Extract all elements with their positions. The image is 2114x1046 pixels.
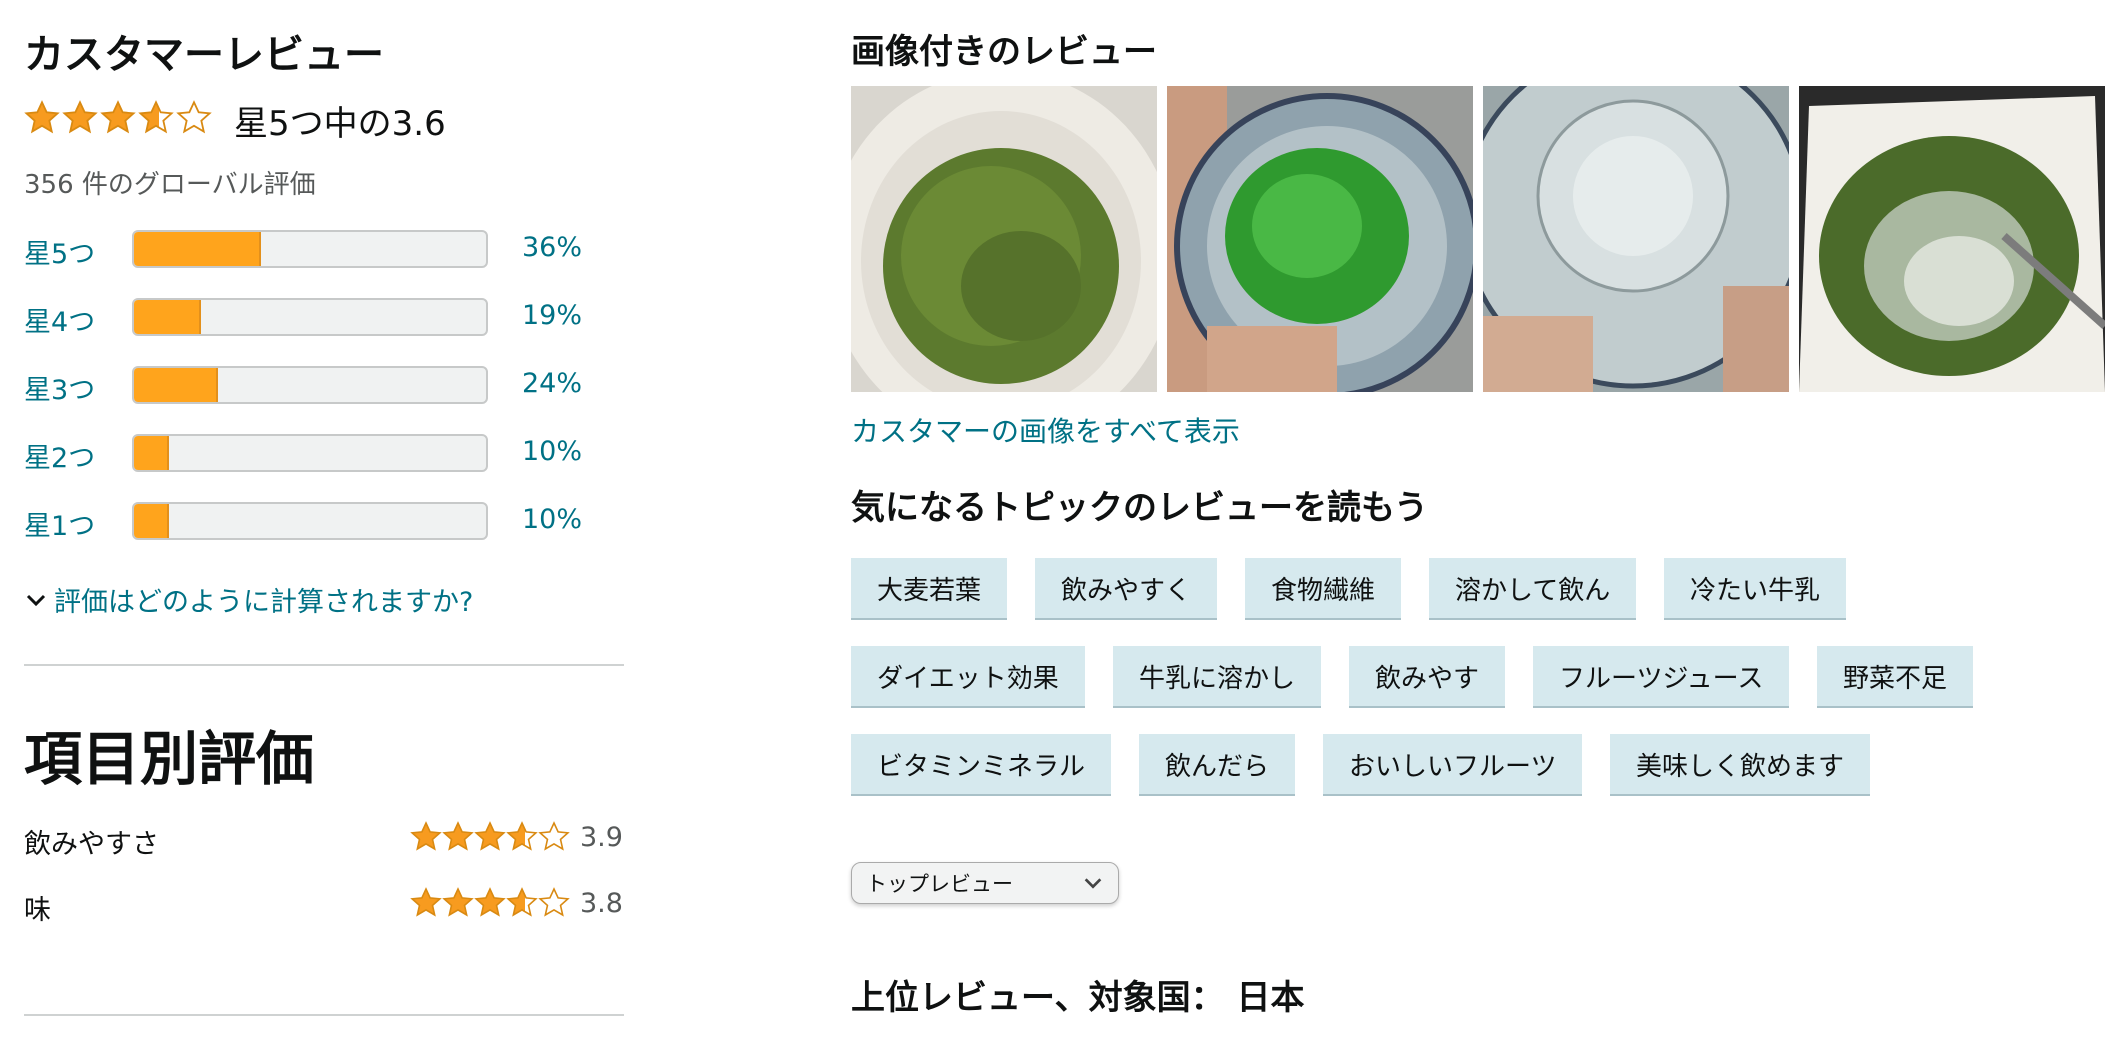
histogram-percent[interactable]: 19% <box>522 300 582 331</box>
star-icon <box>24 100 60 134</box>
histogram-bar-fill <box>134 368 219 402</box>
review-image-1[interactable] <box>851 86 1157 392</box>
empty-clear-glass-icon <box>1483 86 1789 392</box>
histogram-bar[interactable] <box>132 298 488 336</box>
sort-selected-value: トップレビュー <box>866 872 1013 896</box>
overall-rating-stars[interactable] <box>24 100 212 136</box>
star-icon <box>100 100 136 134</box>
top-reviews-heading: 上位レビュー、対象国： 日本 <box>851 978 1305 1018</box>
customer-reviews-title: カスタマーレビュー <box>24 32 384 78</box>
histogram-bar[interactable] <box>132 366 488 404</box>
star-icon <box>506 821 538 851</box>
histogram-bar-fill <box>134 300 201 334</box>
histogram-bar[interactable] <box>132 502 488 540</box>
histogram-percent[interactable]: 36% <box>522 232 582 263</box>
topic-chip[interactable]: 飲みやすく <box>1035 558 1218 620</box>
topic-chip[interactable]: 溶かして飲ん <box>1429 558 1637 620</box>
star-icon <box>410 821 442 851</box>
topic-chip[interactable]: フルーツジュース <box>1533 646 1790 708</box>
green-drink-in-glass-icon <box>1167 86 1473 392</box>
feature-rating-stars <box>410 821 570 853</box>
star-icon <box>538 821 570 851</box>
feature-rating-value: 3.8 <box>580 888 623 919</box>
reviews-with-images-title: 画像付きのレビュー <box>851 32 1157 72</box>
star-icon <box>474 887 506 917</box>
star-icon <box>442 887 474 917</box>
overall-rating-text: 星5つ中の3.6 <box>234 104 446 144</box>
chevron-down-icon <box>26 594 46 606</box>
histogram-bar-fill <box>134 504 170 538</box>
star-icon <box>538 887 570 917</box>
histogram-percent[interactable]: 10% <box>522 504 582 535</box>
topic-chip[interactable]: 大麦若葉 <box>851 558 1008 620</box>
how-calculated-link[interactable]: 評価はどのように計算されますか? <box>24 580 473 619</box>
chevron-down-icon <box>1084 878 1102 889</box>
feature-ratings-title: 項目別評価 <box>24 725 315 793</box>
review-image-2[interactable] <box>1167 86 1473 392</box>
feature-rating-stars <box>410 887 570 919</box>
divider <box>24 1014 624 1016</box>
star-icon <box>442 821 474 851</box>
review-image-4[interactable] <box>1799 86 2105 392</box>
topic-chip[interactable]: 食物繊維 <box>1245 558 1402 620</box>
star-icon <box>506 887 538 917</box>
global-ratings-count: 356 件のグローバル評価 <box>24 170 316 200</box>
histogram-bar-fill <box>134 232 261 266</box>
topic-chip[interactable]: ダイエット効果 <box>851 646 1085 708</box>
histogram-star-label[interactable]: 星1つ <box>24 504 95 543</box>
how-calculated-label: 評価はどのように計算されますか? <box>54 587 474 618</box>
star-icon <box>410 887 442 917</box>
histogram-bar[interactable] <box>132 230 488 268</box>
star-icon <box>176 100 212 134</box>
topic-chip[interactable]: おいしいフルーツ <box>1323 734 1583 796</box>
histogram-bar[interactable] <box>132 434 488 472</box>
sort-dropdown[interactable]: トップレビュー <box>851 862 1119 904</box>
powder-cup-with-spoon-icon <box>1799 86 2105 392</box>
histogram-percent[interactable]: 24% <box>522 368 582 399</box>
histogram-star-label[interactable]: 星2つ <box>24 436 95 475</box>
topic-chip[interactable]: 牛乳に溶かし <box>1113 646 1322 708</box>
histogram-bar-fill <box>134 436 170 470</box>
star-icon <box>138 100 174 134</box>
histogram-percent[interactable]: 10% <box>522 436 582 467</box>
topic-chip[interactable]: 冷たい牛乳 <box>1664 558 1847 620</box>
topic-chip[interactable]: 美味しく飲めます <box>1610 734 1871 796</box>
topic-chip[interactable]: 飲みやす <box>1349 646 1506 708</box>
feature-label: 味 <box>24 895 51 926</box>
divider <box>24 664 624 666</box>
feature-rating-value: 3.9 <box>580 822 623 853</box>
histogram-star-label[interactable]: 星4つ <box>24 300 95 339</box>
see-all-customer-images-link[interactable]: カスタマーの画像をすべて表示 <box>851 410 1240 450</box>
star-icon <box>62 100 98 134</box>
topic-chip[interactable]: 野菜不足 <box>1817 646 1974 708</box>
topics-title: 気になるトピックのレビューを読もう <box>851 488 1428 528</box>
feature-label: 飲みやすさ <box>24 829 159 860</box>
review-image-3[interactable] <box>1483 86 1789 392</box>
histogram-star-label[interactable]: 星5つ <box>24 232 95 271</box>
star-icon <box>474 821 506 851</box>
topic-chip[interactable]: 飲んだら <box>1139 734 1296 796</box>
green-powder-in-bowl-icon <box>851 86 1157 392</box>
topic-chip[interactable]: ビタミンミネラル <box>851 734 1112 796</box>
histogram-star-label[interactable]: 星3つ <box>24 368 95 407</box>
